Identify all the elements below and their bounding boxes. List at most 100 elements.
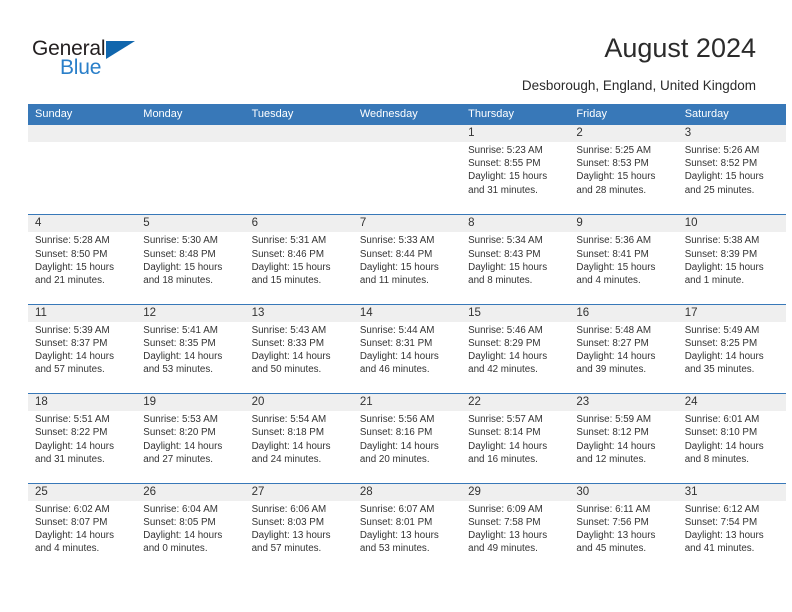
calendar-day-cell[interactable]: 16 Sunrise: 5:48 AM Sunset: 8:27 PM Dayligh…	[569, 305, 677, 393]
daylight-text-line1: Daylight: 13 hours	[468, 529, 548, 541]
sunset-text: Sunset: 8:52 PM	[684, 158, 758, 170]
day-number: 27	[251, 485, 265, 498]
calendar-day-cell[interactable]: 2 Sunrise: 5:25 AM Sunset: 8:53 PM Daylight…	[569, 125, 677, 214]
day-details: Sunrise: 5:25 AM Sunset: 8:53 PM Daylight:…	[576, 144, 670, 197]
calendar-day-cell[interactable]: 24 Sunrise: 6:01 AM Sunset: 8:10 PM Dayligh…	[678, 394, 786, 482]
calendar-day-cell[interactable]: 13 Sunrise: 5:43 AM Sunset: 8:33 PM Dayligh…	[245, 305, 353, 393]
day-details: Sunrise: 5:56 AM Sunset: 8:16 PM Daylight:…	[360, 413, 454, 466]
sunset-text: Sunset: 8:01 PM	[359, 516, 433, 528]
calendar-day-cell[interactable]: 23 Sunrise: 5:59 AM Sunset: 8:12 PM Dayligh…	[569, 394, 677, 482]
daylight-text-line1: Daylight: 15 hours	[251, 261, 331, 273]
calendar-day-cell[interactable]: 6 Sunrise: 5:31 AM Sunset: 8:46 PM Daylight…	[245, 215, 353, 303]
sunrise-text: Sunrise: 5:28 AM	[35, 235, 110, 247]
day-details: Sunrise: 5:43 AM Sunset: 8:33 PM Daylight:…	[252, 324, 346, 377]
sunset-text: Sunset: 8:55 PM	[468, 158, 541, 170]
day-number: 29	[468, 485, 481, 498]
day-details: Sunrise: 5:31 AM Sunset: 8:46 PM Daylight:…	[252, 234, 346, 287]
calendar-day-cell[interactable]: 21 Sunrise: 5:56 AM Sunset: 8:16 PM Dayligh…	[353, 394, 461, 482]
calendar-day-cell[interactable]: 3 Sunrise: 5:26 AM Sunset: 8:52 PM Daylight…	[678, 125, 786, 214]
sunset-text: Sunset: 8:44 PM	[359, 248, 433, 260]
calendar-day-cell[interactable]: 11 Sunrise: 5:39 AM Sunset: 8:37 PM Dayligh…	[28, 305, 136, 393]
daylight-text-line2: and 4 minutes.	[35, 543, 100, 555]
sunrise-text: Sunrise: 5:25 AM	[576, 145, 652, 156]
week-cells: 18 Sunrise: 5:51 AM Sunset: 8:22 PM Dayligh…	[28, 394, 786, 482]
day-details: Sunrise: 6:11 AM Sunset: 7:56 PM Daylight:…	[576, 503, 670, 556]
day-details: Sunrise: 6:02 AM Sunset: 8:07 PM Daylight:…	[35, 503, 129, 556]
daylight-text-line2: and 28 minutes.	[576, 184, 647, 196]
daylight-text-line1: Daylight: 15 hours	[684, 261, 764, 273]
daylight-text-line2: and 8 minutes.	[468, 275, 533, 286]
weekday-header-monday: Monday	[143, 108, 183, 120]
calendar-day-cell[interactable]: 19 Sunrise: 5:53 AM Sunset: 8:20 PM Dayligh…	[136, 394, 244, 482]
calendar-day-cell[interactable]: 1 Sunrise: 5:23 AM Sunset: 8:55 PM Daylight…	[461, 125, 569, 214]
day-number: 20	[251, 396, 265, 409]
day-number: 17	[684, 306, 698, 319]
sunset-text: Sunset: 7:58 PM	[468, 516, 541, 528]
sunrise-text: Sunrise: 6:11 AM	[576, 503, 651, 515]
weekday-header-row: Sunday Monday Tuesday Wednesday Thursday…	[28, 104, 786, 125]
day-number: 6	[251, 217, 258, 230]
calendar-day-cell[interactable]: 26 Sunrise: 6:04 AM Sunset: 8:05 PM Dayligh…	[136, 484, 244, 572]
calendar-day-cell[interactable]: 20 Sunrise: 5:54 AM Sunset: 8:18 PM Dayligh…	[245, 394, 353, 482]
calendar-day-cell[interactable]: 9 Sunrise: 5:36 AM Sunset: 8:41 PM Daylight…	[569, 215, 677, 303]
daylight-text-line1: Daylight: 14 hours	[684, 351, 764, 363]
day-number: 10	[684, 217, 698, 230]
calendar-day-cell[interactable]: 4 Sunrise: 5:28 AM Sunset: 8:50 PM Daylight…	[28, 215, 136, 303]
day-details: Sunrise: 5:36 AM Sunset: 8:41 PM Daylight:…	[576, 234, 670, 287]
sunrise-text: Sunrise: 5:46 AM	[468, 324, 543, 336]
daylight-text-line1: Daylight: 14 hours	[143, 440, 223, 452]
calendar-day-cell[interactable]: 8 Sunrise: 5:34 AM Sunset: 8:43 PM Daylight…	[461, 215, 569, 303]
day-details: Sunrise: 5:48 AM Sunset: 8:27 PM Daylight:…	[576, 324, 670, 377]
daylight-text-line1: Daylight: 15 hours	[576, 261, 656, 273]
daylight-text-line2: and 1 minute.	[684, 275, 745, 286]
calendar-day-cell[interactable]: 12 Sunrise: 5:41 AM Sunset: 8:35 PM Dayligh…	[136, 305, 244, 393]
sunrise-text: Sunrise: 5:43 AM	[251, 324, 327, 336]
general-blue-logo[interactable]: General Blue	[32, 38, 147, 82]
calendar-page: General Blue August 2024 Desborough, Eng…	[0, 0, 792, 612]
day-number: 19	[143, 396, 157, 409]
sunrise-text: Sunrise: 5:41 AM	[143, 324, 218, 336]
daylight-text-line2: and 18 minutes.	[143, 275, 213, 286]
calendar-day-cell[interactable]: 28 Sunrise: 6:07 AM Sunset: 8:01 PM Dayligh…	[353, 484, 461, 572]
sunrise-text: Sunrise: 6:06 AM	[251, 503, 327, 515]
calendar-weeks: 1 Sunrise: 5:23 AM Sunset: 8:55 PM Daylight…	[28, 125, 786, 572]
daylight-text-line1: Daylight: 15 hours	[143, 261, 223, 273]
daylight-text-line2: and 45 minutes.	[576, 543, 647, 555]
calendar-day-cell[interactable]: 30 Sunrise: 6:11 AM Sunset: 7:56 PM Dayligh…	[569, 484, 677, 572]
calendar-table: Sunday Monday Tuesday Wednesday Thursday…	[28, 104, 786, 572]
daylight-text-line2: and 15 minutes.	[251, 275, 322, 286]
sunrise-text: Sunrise: 5:39 AM	[35, 324, 110, 336]
sunset-text: Sunset: 8:20 PM	[143, 427, 216, 439]
daylight-text-line2: and 53 minutes.	[143, 364, 213, 376]
calendar-day-cell[interactable]: 7 Sunrise: 5:33 AM Sunset: 8:44 PM Daylight…	[353, 215, 461, 303]
calendar-day-cell[interactable]: 27 Sunrise: 6:06 AM Sunset: 8:03 PM Dayligh…	[245, 484, 353, 572]
calendar-day-cell[interactable]: 29 Sunrise: 6:09 AM Sunset: 7:58 PM Dayligh…	[461, 484, 569, 572]
day-number: 24	[684, 396, 698, 409]
daylight-text-line2: and 8 minutes.	[684, 453, 749, 465]
daylight-text-line1: Daylight: 15 hours	[468, 261, 548, 273]
calendar-day-cell[interactable]: 25 Sunrise: 6:02 AM Sunset: 8:07 PM Dayligh…	[28, 484, 136, 572]
sunrise-text: Sunrise: 6:07 AM	[359, 503, 435, 515]
daylight-text-line1: Daylight: 14 hours	[468, 440, 548, 452]
calendar-day-cell[interactable]: 31 Sunrise: 6:12 AM Sunset: 7:54 PM Dayligh…	[678, 484, 786, 572]
calendar-day-cell[interactable]: 5 Sunrise: 5:30 AM Sunset: 8:48 PM Daylight…	[136, 215, 244, 303]
daylight-text-line2: and 31 minutes.	[35, 453, 105, 465]
calendar-day-cell[interactable]: 14 Sunrise: 5:44 AM Sunset: 8:31 PM Dayligh…	[353, 305, 461, 393]
calendar-day-cell[interactable]: 22 Sunrise: 5:57 AM Sunset: 8:14 PM Dayligh…	[461, 394, 569, 482]
calendar-day-cell-empty	[136, 125, 244, 214]
sunrise-text: Sunrise: 5:44 AM	[359, 324, 435, 336]
calendar-day-cell[interactable]: 10 Sunrise: 5:38 AM Sunset: 8:39 PM Dayligh…	[678, 215, 786, 303]
day-number: 21	[359, 396, 373, 409]
sunset-text: Sunset: 8:03 PM	[251, 516, 324, 528]
calendar-day-cell[interactable]: 17 Sunrise: 5:49 AM Sunset: 8:25 PM Dayligh…	[678, 305, 786, 393]
day-details: Sunrise: 6:04 AM Sunset: 8:05 PM Daylight:…	[143, 503, 237, 556]
calendar-day-cell[interactable]: 15 Sunrise: 5:46 AM Sunset: 8:29 PM Dayligh…	[461, 305, 569, 393]
day-details: Sunrise: 5:57 AM Sunset: 8:14 PM Daylight:…	[468, 413, 562, 466]
calendar-day-cell-empty	[245, 125, 353, 214]
day-number: 3	[684, 127, 692, 139]
daylight-text-line1: Daylight: 14 hours	[576, 351, 656, 363]
daylight-text-line2: and 53 minutes.	[359, 543, 430, 555]
calendar-day-cell[interactable]: 18 Sunrise: 5:51 AM Sunset: 8:22 PM Dayligh…	[28, 394, 136, 482]
sunrise-text: Sunrise: 5:23 AM	[468, 145, 543, 156]
sunrise-text: Sunrise: 5:34 AM	[468, 235, 543, 247]
